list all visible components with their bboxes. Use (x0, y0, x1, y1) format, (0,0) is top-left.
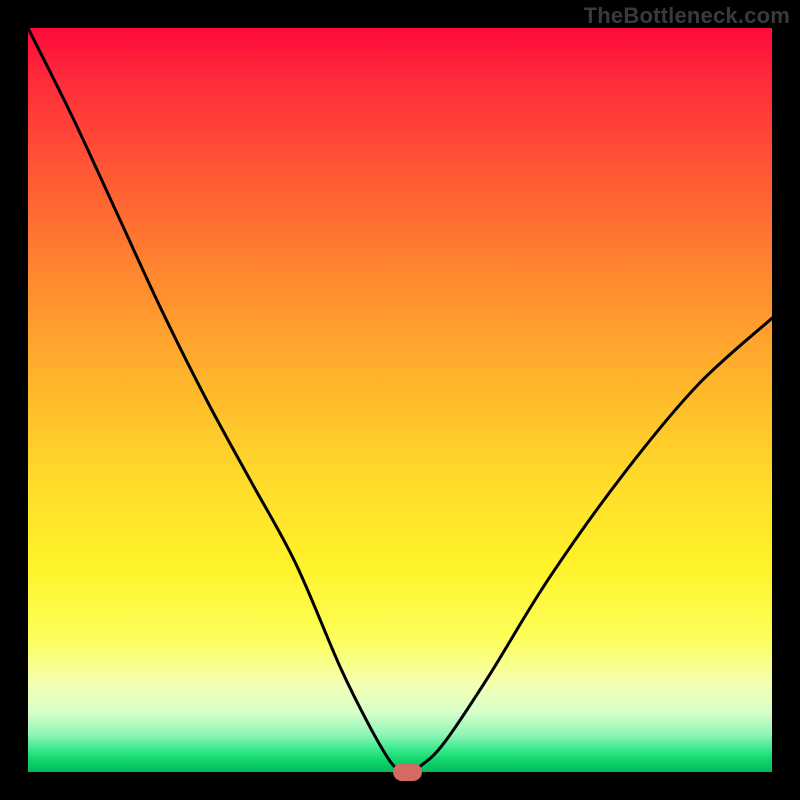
bottleneck-curve (28, 28, 772, 772)
watermark-text: TheBottleneck.com (584, 3, 790, 29)
curve-path (28, 28, 772, 772)
plot-area (28, 28, 772, 772)
ideal-range-marker (393, 763, 423, 781)
chart-frame: TheBottleneck.com (0, 0, 800, 800)
